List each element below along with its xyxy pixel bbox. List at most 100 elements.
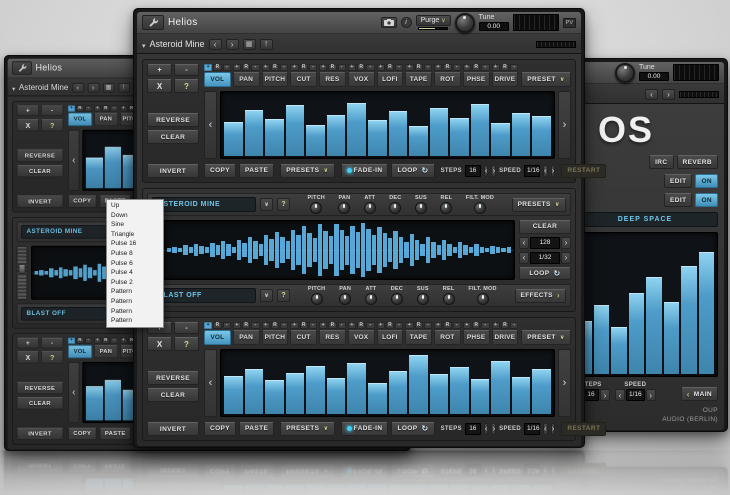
lw-copy-button[interactable]: COPY <box>67 427 97 440</box>
rate-increment-button[interactable] <box>561 251 571 264</box>
steps-increment-button[interactable] <box>491 164 497 177</box>
step-bar[interactable] <box>347 363 366 414</box>
lw-row-random-button[interactable]: R <box>76 105 84 112</box>
step-display[interactable] <box>220 349 555 417</box>
rows-remove-button[interactable]: - <box>174 64 199 76</box>
row-add-button[interactable]: + <box>491 64 500 71</box>
lw-alert-icon[interactable]: ! <box>117 82 130 93</box>
on-toggle-1[interactable]: ON <box>695 174 718 188</box>
lw-sample-slot-2-name[interactable]: BLAST OFF <box>21 307 115 321</box>
step-bar[interactable] <box>409 126 428 156</box>
tab-pitch[interactable]: PITCH <box>261 72 289 87</box>
knob-att[interactable] <box>363 202 376 214</box>
step-bar[interactable] <box>450 117 469 156</box>
tab-vol[interactable]: VOL <box>204 330 231 345</box>
rw-tune-knob[interactable] <box>615 62 635 83</box>
tab-pan[interactable]: PAN <box>232 330 260 345</box>
row-add-button[interactable]: + <box>434 64 443 71</box>
sample-2-help-button[interactable]: ? <box>277 289 290 302</box>
knob-pitch[interactable] <box>310 293 323 305</box>
lw-collapse-arrow-icon[interactable] <box>12 79 15 95</box>
row-remove-button[interactable]: - <box>280 64 289 71</box>
lw-sample-slot-1-name[interactable]: ASTEROID MINE <box>21 225 115 239</box>
step-display[interactable] <box>220 91 555 159</box>
tab-vol[interactable]: VOL <box>204 72 231 87</box>
knob-pan[interactable] <box>339 293 352 305</box>
lw-rows-add-button[interactable]: + <box>16 105 40 117</box>
help-button[interactable]: ? <box>174 337 199 351</box>
invert-button[interactable]: INVERT <box>147 164 199 178</box>
step-bar[interactable] <box>450 366 469 414</box>
shift-right-button[interactable] <box>558 349 571 417</box>
step-bar[interactable] <box>244 110 264 156</box>
knob-att[interactable] <box>364 293 377 305</box>
tab-phse[interactable]: PHSE <box>462 330 490 345</box>
step-bar[interactable] <box>306 365 325 414</box>
menu-item[interactable]: Pattern <box>108 307 162 317</box>
knob-rel[interactable] <box>440 202 453 214</box>
row-add-button[interactable]: + <box>319 64 328 71</box>
lw-tab-pan[interactable]: PAN <box>93 344 118 359</box>
menu-item[interactable]: Pulse 6 <box>108 259 162 269</box>
lw-row-remove-button[interactable]: - <box>110 105 118 112</box>
step-bar[interactable] <box>244 369 264 414</box>
rw-next-button[interactable] <box>662 88 675 100</box>
row-remove-button[interactable]: - <box>337 64 346 71</box>
speed-increment-button[interactable] <box>550 422 556 435</box>
lw-next-snapshot-button[interactable] <box>87 82 99 93</box>
lw-midi-icon[interactable] <box>102 82 115 93</box>
row-random-button[interactable]: R <box>299 64 308 71</box>
menu-item[interactable]: Triangle <box>108 230 162 240</box>
collapse-arrow-icon[interactable] <box>142 35 146 53</box>
step-bar[interactable] <box>409 355 428 414</box>
lw-clear-button[interactable]: CLEAR <box>16 397 64 410</box>
row-random-button[interactable]: R <box>472 322 481 329</box>
knob-filt-mod[interactable] <box>476 293 489 305</box>
lw-row-remove-button[interactable]: - <box>110 337 118 344</box>
row-remove-button[interactable]: - <box>423 322 432 329</box>
menu-item[interactable]: Pulse 16 <box>108 239 162 249</box>
sample-1-menu-button[interactable] <box>260 198 273 211</box>
step-bar[interactable] <box>367 383 387 414</box>
step-bar[interactable] <box>491 122 510 156</box>
rw-step-display[interactable] <box>572 232 718 377</box>
row-random-button[interactable]: R <box>414 64 423 71</box>
invert-button[interactable]: INVERT <box>147 422 199 436</box>
row-random-button[interactable]: R <box>357 322 366 329</box>
row-add-button[interactable]: + <box>261 322 270 329</box>
sample-loop-button[interactable]: LOOP <box>519 266 571 280</box>
lw-tab-pan[interactable]: PAN <box>93 112 118 127</box>
step-bar[interactable] <box>611 326 627 374</box>
step-bar[interactable] <box>470 379 490 414</box>
row-add-button[interactable]: + <box>232 322 241 329</box>
row-random-button[interactable]: R <box>500 322 509 329</box>
step-bar[interactable] <box>511 376 531 414</box>
row-remove-button[interactable]: - <box>510 64 519 71</box>
step-bar[interactable] <box>388 111 408 156</box>
rw-prev-button[interactable] <box>645 88 658 100</box>
next-snapshot-button[interactable] <box>225 38 239 50</box>
step-bar[interactable] <box>532 116 551 156</box>
steps-decrement-button[interactable] <box>483 422 489 435</box>
row-random-button[interactable]: R <box>242 322 251 329</box>
speed-increment-button[interactable] <box>550 164 556 177</box>
lw-help-button[interactable]: ? <box>40 351 64 364</box>
fade-in-toggle[interactable]: FADE-IN <box>340 421 389 436</box>
row-remove-button[interactable]: - <box>308 322 317 329</box>
lw-volume-fader[interactable] <box>16 245 28 300</box>
row-random-button[interactable]: R <box>385 64 394 71</box>
lw-reverse-button[interactable]: REVERSE <box>16 149 64 163</box>
loop-button[interactable]: LOOP <box>391 163 435 178</box>
tab-reverb[interactable]: REVERB <box>676 155 718 169</box>
row-remove-button[interactable]: - <box>366 322 375 329</box>
purge-menu-button[interactable]: Purge <box>415 15 451 26</box>
step-bar[interactable] <box>470 103 490 156</box>
lw-step-bar[interactable] <box>104 146 122 189</box>
tab-lofi[interactable]: LOFI <box>376 72 404 87</box>
deep-space-preset-button[interactable]: DEEP SPACE <box>572 212 718 227</box>
tab-vox[interactable]: VOX <box>347 330 375 345</box>
row-random-button[interactable]: R <box>213 64 222 71</box>
steps-increment-button[interactable] <box>491 422 497 435</box>
preset-button[interactable]: PRESET <box>521 72 571 87</box>
row-remove-button[interactable]: - <box>452 322 461 329</box>
